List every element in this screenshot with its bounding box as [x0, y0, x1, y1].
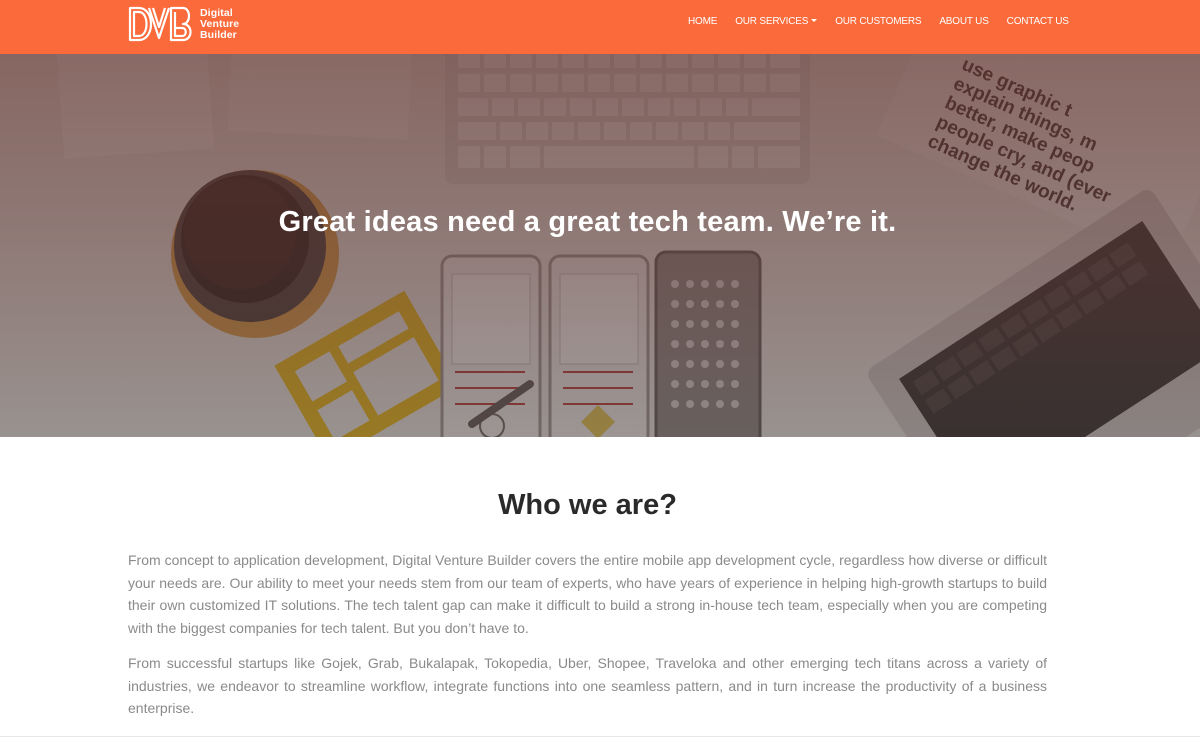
chevron-down-icon — [811, 18, 818, 22]
brand-wordmark: Digital Venture Builder — [200, 6, 240, 41]
brand-line-3: Builder — [200, 28, 237, 41]
brand-line-2: Venture — [200, 17, 240, 30]
section-divider — [0, 736, 1200, 737]
about-paragraph-1: From concept to application development,… — [128, 552, 1047, 636]
who-we-are-heading: Who we are? — [498, 489, 677, 521]
nav-contact-us[interactable]: CONTACT US — [1007, 16, 1069, 27]
brand-line-1: Digital — [200, 6, 233, 19]
nav-home[interactable]: HOME — [688, 16, 717, 27]
nav-our-customers[interactable]: OUR CUSTOMERS — [835, 16, 921, 27]
hero-banner: to use graphic t explain things, m bette… — [0, 54, 1200, 437]
brand-logo[interactable]: Digital Venture Builder — [127, 4, 239, 44]
about-paragraph-2: From successful startups like Gojek, Gra… — [128, 655, 1047, 716]
main-nav: HOME OUR SERVICES OUR CUSTOMERS ABOUT US… — [688, 0, 1069, 42]
nav-our-services-label: OUR SERVICES — [735, 15, 809, 27]
top-navbar: Digital Venture Builder HOME OUR SERVICE… — [0, 0, 1200, 54]
nav-about-us[interactable]: ABOUT US — [939, 16, 989, 27]
dvb-logo-mark — [128, 6, 192, 42]
hero-title: Great ideas need a great tech team. We’r… — [278, 206, 897, 238]
nav-our-services[interactable]: OUR SERVICES — [735, 15, 818, 27]
hero-overlay — [0, 54, 1200, 437]
